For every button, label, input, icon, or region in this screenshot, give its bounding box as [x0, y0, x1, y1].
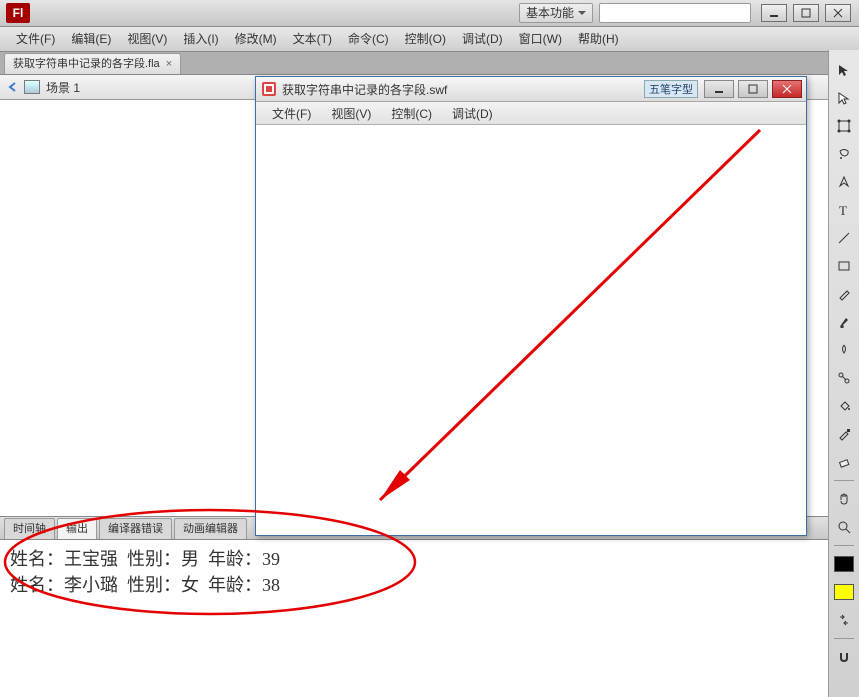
- search-box[interactable]: [599, 3, 751, 23]
- rectangle-tool[interactable]: [832, 254, 856, 278]
- tab-compiler-errors[interactable]: 编译器错误: [99, 518, 172, 539]
- output-row: 姓名：李小璐 性别：女 年龄：38: [10, 572, 849, 598]
- window-close-button[interactable]: [825, 4, 851, 22]
- document-tab-close-icon[interactable]: ×: [166, 54, 172, 74]
- scene-label[interactable]: 场景 1: [46, 79, 80, 96]
- window-minimize-button[interactable]: [761, 4, 787, 22]
- output-row: 姓名：王宝强 性别：男 年龄：39: [10, 546, 849, 572]
- stroke-color[interactable]: [832, 552, 856, 576]
- tab-motion-editor[interactable]: 动画编辑器: [174, 518, 247, 539]
- selection-tool[interactable]: [832, 58, 856, 82]
- ime-indicator[interactable]: 五笔字型: [644, 80, 698, 98]
- window-maximize-button[interactable]: [793, 4, 819, 22]
- swap-colors-icon[interactable]: [832, 608, 856, 632]
- tools-panel: T: [828, 50, 859, 697]
- back-arrow-icon[interactable]: [6, 80, 20, 94]
- eyedropper-tool[interactable]: [832, 422, 856, 446]
- menu-file[interactable]: 文件(F): [8, 27, 63, 51]
- swf-menu-view[interactable]: 视图(V): [321, 105, 381, 122]
- swf-maximize-button[interactable]: [738, 80, 768, 98]
- swf-player-window[interactable]: 获取字符串中记录的各字段.swf 五笔字型 文件(F) 视图(V) 控制(C) …: [255, 76, 807, 536]
- swf-menu-file[interactable]: 文件(F): [262, 105, 321, 122]
- workspace-switcher[interactable]: 基本功能: [519, 3, 593, 23]
- search-input[interactable]: [608, 6, 754, 20]
- swf-close-button[interactable]: [772, 80, 802, 98]
- swf-minimize-button[interactable]: [704, 80, 734, 98]
- paint-bucket-tool[interactable]: [832, 394, 856, 418]
- menu-help[interactable]: 帮助(H): [570, 27, 627, 51]
- menu-text[interactable]: 文本(T): [285, 27, 340, 51]
- snap-tool[interactable]: [832, 645, 856, 669]
- menu-control[interactable]: 控制(O): [397, 27, 454, 51]
- workspace-label: 基本功能: [526, 4, 574, 22]
- swf-stage[interactable]: [256, 125, 806, 535]
- menu-view[interactable]: 视图(V): [119, 27, 175, 51]
- swf-title-text: 获取字符串中记录的各字段.swf: [282, 81, 447, 98]
- deco-tool[interactable]: [832, 338, 856, 362]
- menu-modify[interactable]: 修改(M): [227, 27, 285, 51]
- app-logo: Fl: [6, 3, 30, 23]
- tab-timeline[interactable]: 时间轴: [4, 518, 55, 539]
- tab-output[interactable]: 输出: [57, 518, 97, 539]
- free-transform-tool[interactable]: [832, 114, 856, 138]
- fill-color[interactable]: [832, 580, 856, 604]
- scene-icon: [24, 80, 40, 94]
- swf-menu-debug[interactable]: 调试(D): [442, 105, 503, 122]
- tool-separator: [834, 480, 854, 481]
- svg-text:T: T: [839, 203, 847, 217]
- pencil-tool[interactable]: [832, 282, 856, 306]
- flash-player-icon: [262, 82, 276, 96]
- lasso-tool[interactable]: [832, 142, 856, 166]
- tool-separator: [834, 545, 854, 546]
- hand-tool[interactable]: [832, 487, 856, 511]
- menu-debug[interactable]: 调试(D): [454, 27, 511, 51]
- brush-tool[interactable]: [832, 310, 856, 334]
- bone-tool[interactable]: [832, 366, 856, 390]
- swf-menu-control[interactable]: 控制(C): [381, 105, 442, 122]
- menu-commands[interactable]: 命令(C): [340, 27, 397, 51]
- eraser-tool[interactable]: [832, 450, 856, 474]
- document-tab[interactable]: 获取字符串中记录的各字段.fla ×: [4, 53, 181, 74]
- line-tool[interactable]: [832, 226, 856, 250]
- pen-tool[interactable]: [832, 170, 856, 194]
- menu-edit[interactable]: 编辑(E): [63, 27, 119, 51]
- subselection-tool[interactable]: [832, 86, 856, 110]
- document-tab-label: 获取字符串中记录的各字段.fla: [13, 54, 160, 74]
- menu-window[interactable]: 窗口(W): [511, 27, 570, 51]
- menu-insert[interactable]: 插入(I): [175, 27, 226, 51]
- chevron-down-icon: [578, 9, 586, 17]
- output-panel: 姓名：王宝强 性别：男 年龄：39 姓名：李小璐 性别：女 年龄：38: [0, 540, 859, 697]
- tool-separator: [834, 638, 854, 639]
- text-tool[interactable]: T: [832, 198, 856, 222]
- zoom-tool[interactable]: [832, 515, 856, 539]
